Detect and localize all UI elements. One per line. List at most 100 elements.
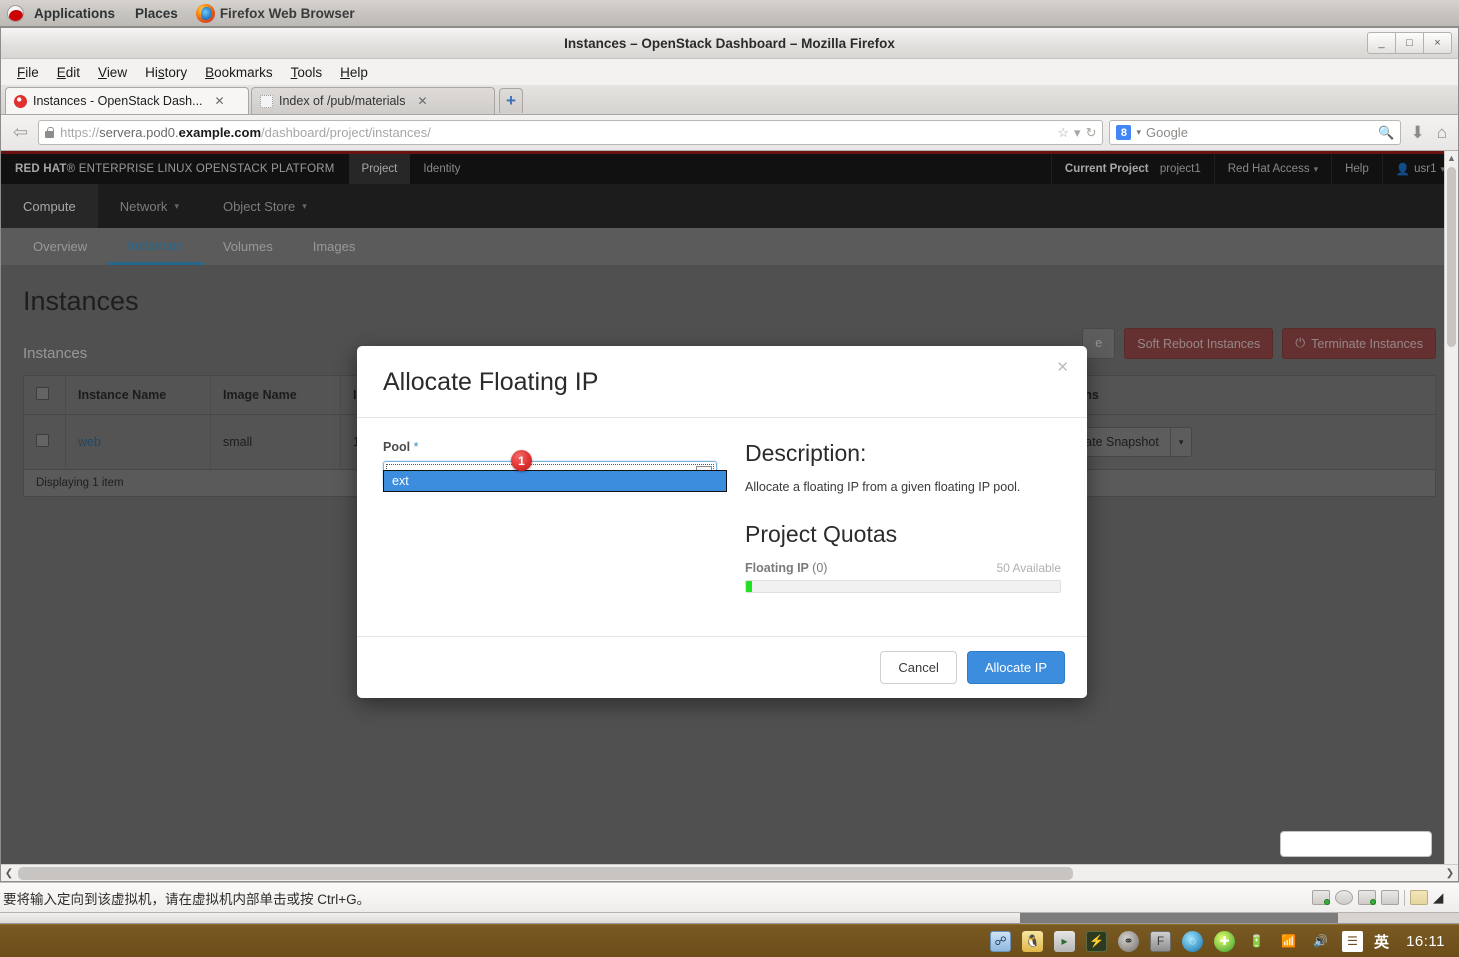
close-icon[interactable]: ✕ <box>1056 358 1069 376</box>
firefox-icon <box>195 3 215 23</box>
quota-progress-fill <box>746 581 753 592</box>
divider <box>1404 889 1405 906</box>
system-tray: ☍ 🐧 ▸ ⚡ ⚭ F ◌ ✚ 🔋 📶 🔊 ☰ 英 16:11 <box>990 930 1459 952</box>
quota-label: Floating IP <box>745 561 809 575</box>
qq-icon[interactable]: 🐧 <box>1022 930 1044 952</box>
step-badge-1: 1 <box>511 450 532 471</box>
volume-icon[interactable]: 🔊 <box>1310 931 1331 952</box>
horizontal-scroll-thumb[interactable] <box>18 866 1073 880</box>
chrome-like-icon[interactable]: ◌ <box>1182 930 1204 952</box>
magnifier-icon[interactable]: 🔍 <box>1378 125 1394 141</box>
ime-language-label[interactable]: 英 <box>1374 931 1389 952</box>
menu-bookmarks[interactable]: Bookmarks <box>197 62 281 83</box>
tab-strip: Instances - OpenStack Dash... ✕ Index of… <box>1 85 1458 115</box>
tab-close-icon[interactable]: ✕ <box>215 94 225 108</box>
horizontal-scrollbar[interactable]: ❮ ❯ <box>1 864 1458 881</box>
pool-field-label: Pool * <box>383 440 723 454</box>
vm-status-bar: 要将输入定向到该虚拟机，请在虚拟机内部单击或按 Ctrl+G。 ◢ <box>0 882 1459 913</box>
project-quotas-heading: Project Quotas <box>745 521 898 547</box>
updates-icon[interactable]: ✚ <box>1214 930 1236 952</box>
tab-index-of-pub-materials[interactable]: Index of /pub/materials ✕ <box>251 87 495 114</box>
allocate-ip-button[interactable]: Allocate IP <box>966 651 1065 684</box>
gnome-top-panel: Applications Places Firefox Web Browser <box>0 0 1459 27</box>
modal-header: Allocate Floating IP ✕ <box>357 346 1087 418</box>
printer-icon[interactable]: ▸ <box>1054 930 1076 952</box>
menu-view[interactable]: View <box>90 62 135 83</box>
chevron-down-icon[interactable]: ▾ <box>1074 125 1081 141</box>
menu-file[interactable]: FFileile <box>9 62 47 83</box>
modal-form-column: Pool * ext ▼ ext 1 <box>383 440 727 636</box>
modal-title: Allocate Floating IP <box>383 368 599 396</box>
home-icon[interactable]: ⌂ <box>1434 123 1450 143</box>
url-scheme: https:// <box>60 125 100 140</box>
cdrom-icon[interactable] <box>1335 890 1353 905</box>
menu-tools[interactable]: Tools <box>283 62 331 83</box>
description-heading: Description: <box>745 440 867 466</box>
nvidia-icon[interactable]: ⚡ <box>1086 930 1108 952</box>
modal-info-column: Description: Allocate a floating IP from… <box>745 440 1061 636</box>
clock[interactable]: 16:11 <box>1406 933 1445 950</box>
network-icon[interactable] <box>1358 890 1376 905</box>
reload-icon[interactable]: ↻ <box>1086 125 1097 141</box>
fcitx-icon[interactable]: F <box>1150 930 1172 952</box>
vertical-scrollbar[interactable]: ▲ ▼ <box>1444 151 1458 881</box>
url-bar[interactable]: https://servera.pod0.example.com/dashboa… <box>38 120 1104 145</box>
places-menu[interactable]: Places <box>125 3 188 24</box>
pool-option-ext[interactable]: ext <box>384 471 726 491</box>
blank-favicon <box>260 94 273 108</box>
tab-close-icon[interactable]: ✕ <box>417 94 427 108</box>
firefox-window: Instances – OpenStack Dashboard – Mozill… <box>0 27 1459 882</box>
url-path: /dashboard/project/instances/ <box>261 125 431 140</box>
chevron-right-icon[interactable]: ❯ <box>1442 868 1458 879</box>
battery-icon[interactable]: 🔋 <box>1246 931 1267 952</box>
menu-history[interactable]: History <box>137 62 195 83</box>
download-arrow-icon[interactable]: ⬇ <box>1407 123 1427 143</box>
partial-popup-box[interactable] <box>1280 831 1432 857</box>
modal-body: Pool * ext ▼ ext 1 Description: Allocate… <box>357 418 1087 636</box>
vertical-scroll-thumb[interactable] <box>1447 167 1456 347</box>
ime-panel-icon[interactable]: ☰ <box>1342 930 1364 952</box>
resize-grip-icon[interactable]: ◢ <box>1433 890 1451 905</box>
back-arrow-icon[interactable]: ⇦ <box>9 122 32 143</box>
applications-menu[interactable]: Applications <box>24 3 125 24</box>
clamshell-icon[interactable]: ⚭ <box>1118 930 1140 952</box>
background-window-edge <box>1338 913 1459 923</box>
bluetooth-icon[interactable]: ☍ <box>990 930 1012 952</box>
tab-label: Index of /pub/materials <box>279 94 406 108</box>
search-bar[interactable]: 8 ▾ Google 🔍 <box>1109 120 1402 145</box>
required-marker: * <box>413 440 419 454</box>
search-placeholder: Google <box>1146 125 1188 140</box>
menu-edit[interactable]: Edit <box>49 62 88 83</box>
screen-root: Applications Places Firefox Web Browser … <box>0 0 1459 957</box>
pool-select-dropdown[interactable]: ext <box>383 470 727 492</box>
description-text: Allocate a floating IP from a given floa… <box>745 480 1021 494</box>
minimize-button[interactable]: _ <box>1367 32 1396 54</box>
star-icon[interactable]: ☆ <box>1057 125 1069 141</box>
pool-label-text: Pool <box>383 440 411 454</box>
background-window-sliver[interactable] <box>0 913 1459 924</box>
wifi-icon[interactable]: 📶 <box>1278 931 1299 952</box>
taskbar-window-label: Firefox Web Browser <box>219 5 355 21</box>
tab-label: Instances - OpenStack Dash... <box>33 94 203 108</box>
close-button[interactable]: × <box>1423 32 1452 54</box>
camera-icon[interactable] <box>1381 890 1399 905</box>
harddisk-icon[interactable] <box>1312 890 1330 905</box>
taskbar-window-firefox[interactable]: Firefox Web Browser <box>188 2 363 25</box>
redhat-logo-icon <box>7 4 24 22</box>
openstack-favicon <box>14 94 27 108</box>
notes-icon[interactable] <box>1410 890 1428 905</box>
new-tab-button[interactable]: + <box>499 88 523 113</box>
quota-progress-bar <box>745 580 1061 593</box>
quota-available: 50 Available <box>996 561 1062 575</box>
chevron-down-icon[interactable]: ▾ <box>1136 127 1141 138</box>
menu-help[interactable]: Help <box>332 62 376 83</box>
maximize-button[interactable]: □ <box>1395 32 1424 54</box>
chevron-left-icon[interactable]: ❮ <box>1 868 17 879</box>
desktop-taskbar: ☍ 🐧 ▸ ⚡ ⚭ F ◌ ✚ 🔋 📶 🔊 ☰ 英 16:11 <box>0 924 1459 957</box>
cancel-button[interactable]: Cancel <box>880 651 957 684</box>
tab-instances[interactable]: Instances - OpenStack Dash... ✕ <box>5 87 249 114</box>
url-bar-icons: ☆ ▾ ↻ <box>1057 125 1096 141</box>
chevron-up-icon[interactable]: ▲ <box>1445 151 1458 165</box>
window-title: Instances – OpenStack Dashboard – Mozill… <box>564 35 895 51</box>
allocate-floating-ip-modal: Allocate Floating IP ✕ Pool * ext ▼ ext … <box>357 346 1087 698</box>
